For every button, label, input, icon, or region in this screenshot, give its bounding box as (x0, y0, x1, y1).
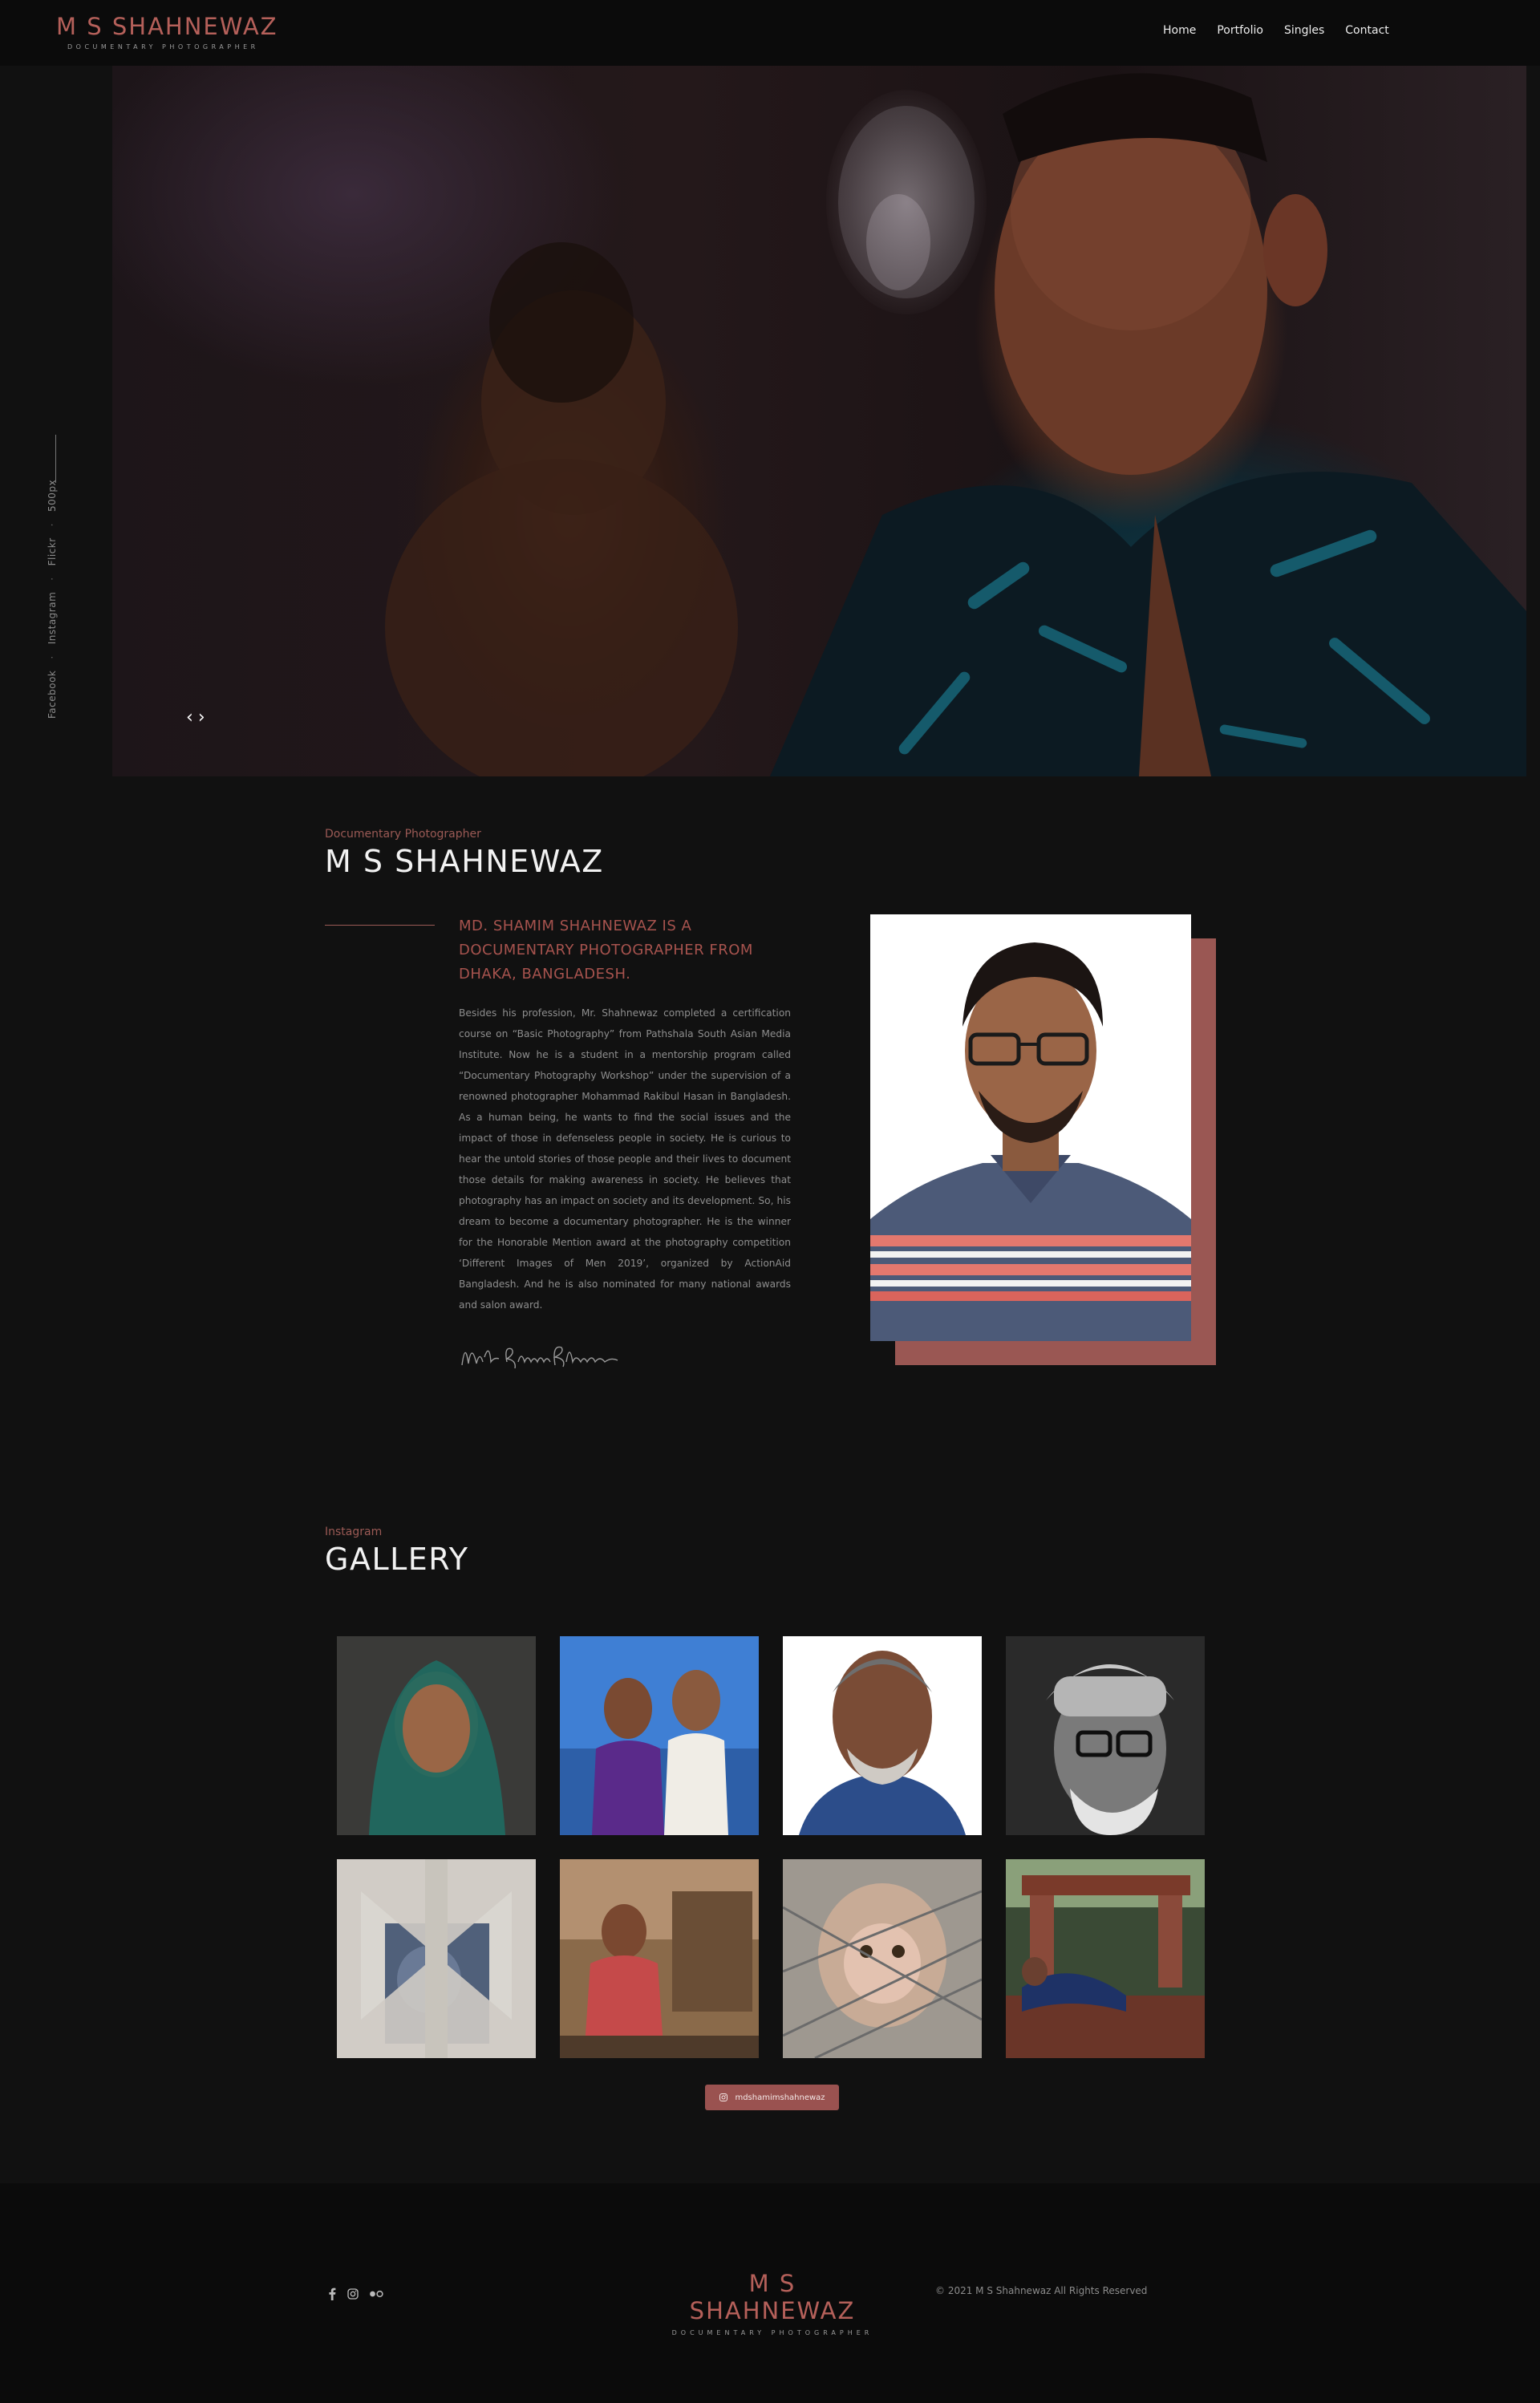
nav-contact[interactable]: Contact (1345, 24, 1388, 37)
brand-logo[interactable]: M S SHAHNEWAZ DOCUMENTARY PHOTOGRAPHER (56, 13, 278, 51)
about-title: M S SHAHNEWAZ (325, 844, 604, 879)
gallery-grid (337, 1636, 1205, 2058)
gallery-item[interactable] (783, 1636, 982, 1835)
side-divider (55, 435, 56, 483)
footer-brand-subtitle: DOCUMENTARY PHOTOGRAPHER (671, 2329, 873, 2336)
gallery-photo (560, 1859, 759, 2058)
about-lead: MD. SHAMIM SHAHNEWAZ IS A DOCUMENTARY PH… (459, 918, 753, 983)
gallery-title: GALLERY (325, 1542, 469, 1577)
portrait-image (870, 914, 1191, 1341)
separator-dot: · (47, 523, 58, 527)
side-link-500px[interactable]: 500px (47, 480, 58, 512)
instagram-icon (719, 2093, 728, 2101)
nav-singles[interactable]: Singles (1284, 24, 1324, 37)
side-link-facebook[interactable]: Facebook (47, 671, 58, 719)
gallery-photo (337, 1636, 536, 1835)
gallery-photo (337, 1859, 536, 2058)
gallery-photo (783, 1859, 982, 2058)
portrait-photo (870, 914, 1191, 1341)
gallery-photo (560, 1636, 759, 1835)
flickr-icon[interactable] (369, 2290, 383, 2298)
signature-image (461, 1346, 618, 1369)
side-social-links: Facebook · Instagram · Flickr · 500px (47, 480, 58, 719)
instagram-icon[interactable] (346, 2288, 359, 2300)
copyright-text: © 2021 M S Shahnewaz All Rights Reserved (935, 2285, 1148, 2296)
brand-subtitle: DOCUMENTARY PHOTOGRAPHER (67, 43, 259, 51)
slider-arrows: ‹ › (186, 707, 205, 727)
gallery-item[interactable] (1006, 1636, 1205, 1835)
gallery-item[interactable] (337, 1636, 536, 1835)
footer-brand-title: M S SHAHNEWAZ (689, 2270, 856, 2324)
nav-home[interactable]: Home (1163, 24, 1196, 37)
gallery-item[interactable] (1006, 1859, 1205, 2058)
site-footer: M S SHAHNEWAZ DOCUMENTARY PHOTOGRAPHER ©… (0, 2183, 1540, 2403)
side-link-instagram[interactable]: Instagram (47, 592, 58, 645)
footer-social (327, 2288, 383, 2300)
gallery-photo (1006, 1636, 1205, 1835)
gallery-photo (1006, 1859, 1205, 2058)
gallery-kicker: Instagram (325, 1526, 383, 1538)
chevron-right-icon[interactable]: › (198, 707, 205, 727)
gallery-item[interactable] (783, 1859, 982, 2058)
gallery-photo (783, 1636, 982, 1835)
hero-slider-image: ‹ › (112, 66, 1526, 776)
facebook-icon[interactable] (327, 2288, 337, 2300)
gallery-item[interactable] (560, 1636, 759, 1835)
chevron-left-icon[interactable]: ‹ (186, 707, 193, 727)
smoke-effect (826, 90, 987, 314)
brand-title: M S SHAHNEWAZ (56, 13, 278, 40)
instagram-follow-button[interactable]: mdshamimshahnewaz (705, 2085, 839, 2110)
gallery-item[interactable] (337, 1859, 536, 2058)
main-nav: Home Portfolio Singles Contact (1163, 24, 1389, 37)
footer-brand[interactable]: M S SHAHNEWAZ DOCUMENTARY PHOTOGRAPHER (664, 2270, 881, 2336)
gallery-item[interactable] (560, 1859, 759, 2058)
separator-dot: · (47, 655, 58, 659)
nav-portfolio[interactable]: Portfolio (1217, 24, 1263, 37)
instagram-handle: mdshamimshahnewaz (735, 2093, 825, 2102)
about-kicker: Documentary Photographer (325, 828, 481, 841)
side-link-flickr[interactable]: Flickr (47, 537, 58, 565)
about-divider (325, 925, 435, 926)
site-header: M S SHAHNEWAZ DOCUMENTARY PHOTOGRAPHER H… (0, 0, 1540, 66)
separator-dot: · (47, 577, 58, 581)
about-body: Besides his profession, Mr. Shahnewaz co… (459, 1007, 791, 1311)
hero-photo (385, 73, 1526, 776)
